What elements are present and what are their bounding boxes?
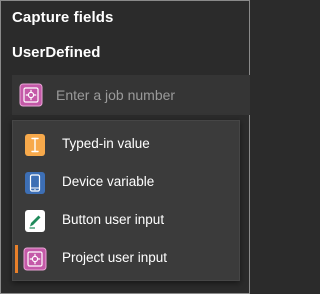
menu-item-label: Typed-in value: [62, 136, 150, 151]
selection-indicator: [15, 245, 18, 273]
field-name: UserDefined: [12, 44, 101, 61]
project-user-input-icon[interactable]: [19, 83, 43, 107]
value-source-menu: Typed-in value Device variable Button us…: [12, 120, 240, 281]
menu-item-button-user-input[interactable]: Button user input: [13, 202, 239, 240]
project-user-input-icon: [23, 247, 47, 271]
menu-item-label: Device variable: [62, 174, 155, 189]
device-variable-icon: [23, 171, 47, 195]
job-number-input[interactable]: [56, 83, 242, 107]
capture-fields-panel: Capture fields UserDefined Enter a job n…: [0, 0, 250, 294]
menu-item-device-variable[interactable]: Device variable: [13, 164, 239, 202]
job-number-field[interactable]: [12, 75, 250, 115]
typed-in-value-icon: [23, 133, 47, 157]
menu-item-label: Button user input: [62, 212, 165, 227]
button-user-input-icon: [23, 209, 47, 233]
menu-item-label: Project user input: [62, 250, 168, 265]
menu-item-project-user-input[interactable]: Project user input: [13, 240, 239, 278]
panel-title: Capture fields: [12, 9, 114, 26]
menu-item-typed-in-value[interactable]: Typed-in value: [13, 126, 239, 164]
